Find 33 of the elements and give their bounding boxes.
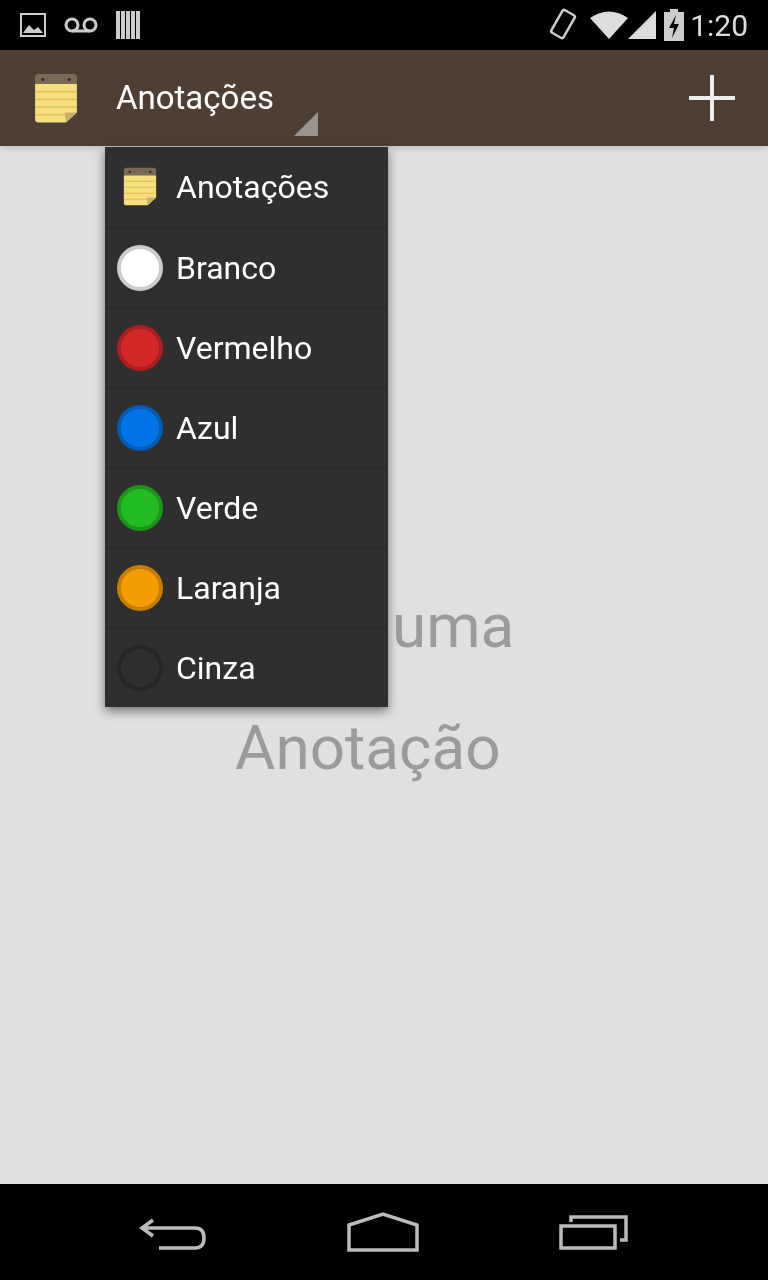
menu-item-label: Vermelho (176, 327, 313, 369)
menu-item[interactable]: Branco (105, 227, 388, 307)
menu-item[interactable]: Verde (105, 467, 388, 547)
menu-item-label: Branco (176, 247, 277, 289)
signal-icon (628, 11, 657, 39)
battery-icon (664, 9, 685, 41)
home-button[interactable] (346, 1212, 420, 1252)
menu-item-label: Anotações (176, 167, 330, 208)
title-spinner[interactable]: Anotações (116, 58, 314, 138)
image-icon (20, 13, 46, 37)
home-icon (346, 1212, 420, 1252)
recents-button[interactable] (558, 1214, 629, 1250)
app-notepad-icon (34, 72, 78, 124)
barcode-icon (116, 11, 142, 39)
menu-item-label: Laranja (176, 567, 281, 609)
menu-item[interactable]: Azul (105, 387, 388, 467)
add-button[interactable] (686, 72, 738, 124)
menu-item[interactable]: Vermelho (105, 307, 388, 387)
empty-message-fragment: uma (392, 589, 515, 662)
empty-message-text: Anotação (235, 711, 501, 784)
recents-icon (558, 1214, 629, 1250)
spinner-triangle-icon (293, 112, 318, 136)
menu-item-label: Verde (176, 487, 259, 529)
menu-item[interactable]: Cinza (105, 627, 388, 707)
menu-item[interactable]: Anotações (105, 147, 388, 227)
wifi-icon (590, 11, 629, 39)
menu-item-label: Cinza (176, 647, 256, 689)
menu-item-label: Azul (176, 407, 239, 449)
voicemail-icon (64, 17, 98, 33)
notepad-icon (123, 167, 157, 207)
clock: 1:20 (690, 6, 748, 45)
plus-icon (687, 73, 737, 123)
menu-item[interactable]: Laranja (105, 547, 388, 627)
